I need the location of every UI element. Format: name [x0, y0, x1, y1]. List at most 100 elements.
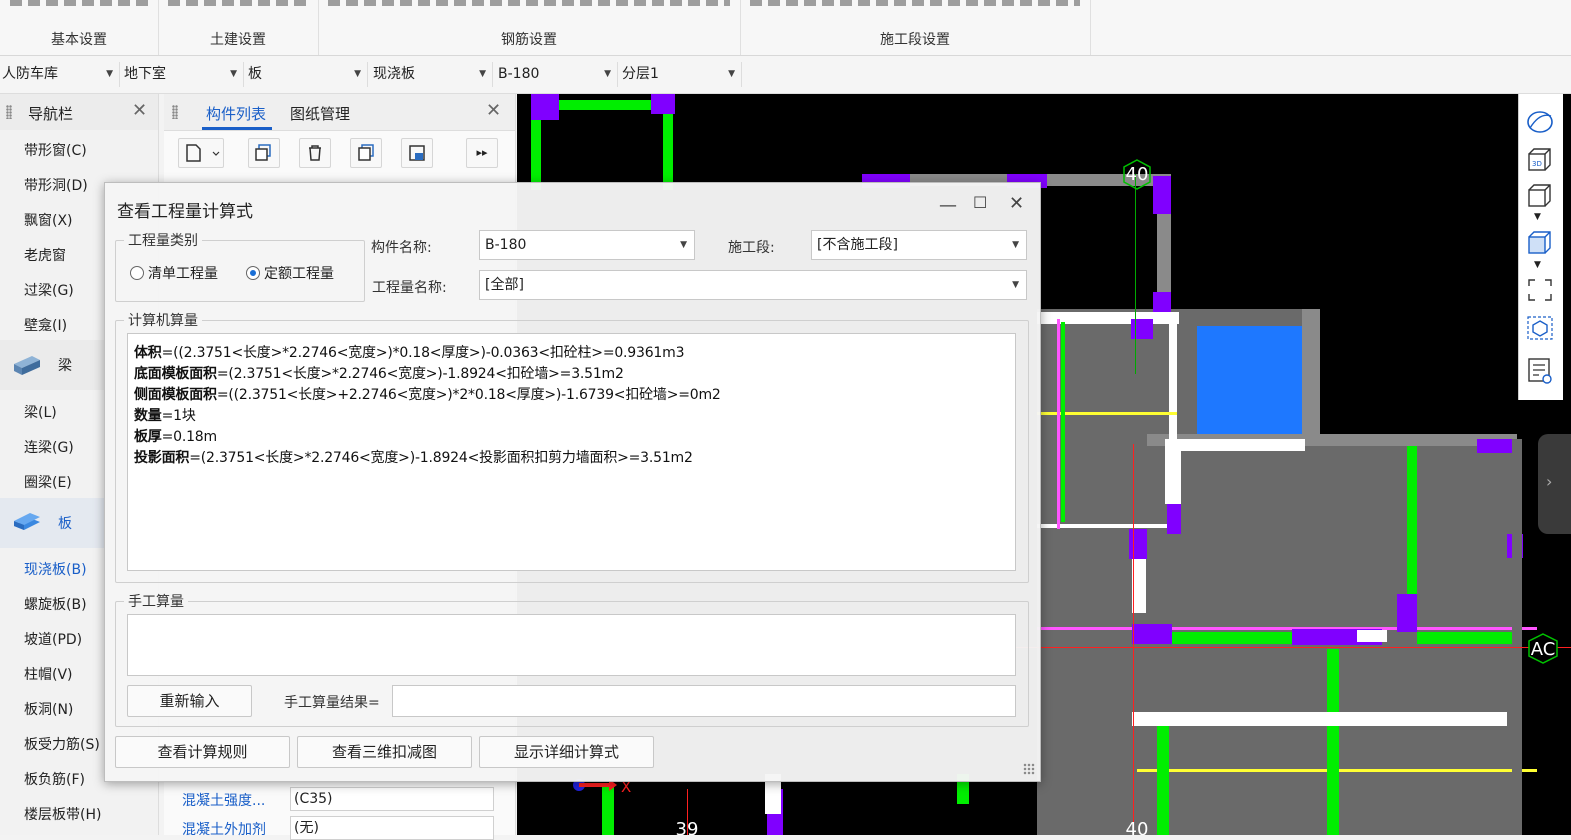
- solid-view-icon[interactable]: [1525, 228, 1555, 256]
- nav-item[interactable]: 老虎窗: [24, 245, 66, 265]
- prop-value-concrete-strength[interactable]: (C35): [290, 787, 494, 811]
- ribbon-buttons-clipped[interactable]: [10, 0, 148, 6]
- ribbon: 基本设置 土建设置 钢筋设置 施工段设置: [0, 0, 1571, 56]
- beam-icon: [14, 356, 40, 375]
- save-component-button[interactable]: [401, 138, 433, 168]
- ribbon-group-stage: 施工段设置: [740, 0, 1091, 55]
- properties-view-icon[interactable]: [1525, 356, 1555, 386]
- nav-item[interactable]: 过梁(G): [24, 280, 74, 300]
- drag-grip-icon[interactable]: [172, 105, 178, 119]
- component-name-select[interactable]: B-180 ▼: [479, 230, 695, 260]
- formula-expr: =((2.3751<长度>+2.2746<宽度>)*2*0.18<厚度>)-1.…: [216, 387, 721, 403]
- orbit-icon[interactable]: [1525, 108, 1555, 136]
- tab-component-list[interactable]: 构件列表: [206, 103, 266, 124]
- nav-item-selected[interactable]: 现浇板(B): [24, 559, 87, 579]
- navigation-panel-header: 导航栏 ✕: [0, 94, 158, 130]
- nav-item[interactable]: 板受力筋(S): [24, 734, 100, 754]
- formula-expr: =((2.3751<长度>*2.2746<宽度>)*0.18<厚度>)-0.03…: [161, 345, 685, 361]
- select-value: [全部]: [485, 277, 524, 293]
- manual-result-input[interactable]: [392, 685, 1016, 717]
- nav-item[interactable]: 连梁(G): [24, 437, 74, 457]
- prop-label-admixture: 混凝土外加剂: [182, 822, 266, 838]
- nav-item[interactable]: 楼层板带(H): [24, 804, 101, 824]
- copy-to-floor-button[interactable]: [350, 138, 382, 168]
- zoom-extents-icon[interactable]: [1525, 276, 1555, 304]
- tab-drawing-management[interactable]: 图纸管理: [290, 103, 350, 124]
- reenter-button[interactable]: 重新输入: [127, 685, 252, 717]
- close-icon[interactable]: ✕: [132, 100, 147, 121]
- close-icon[interactable]: ✕: [486, 100, 501, 121]
- nav-item[interactable]: 坡道(PD): [24, 629, 82, 649]
- ribbon-buttons-clipped[interactable]: [168, 0, 308, 6]
- slab-icon: [14, 513, 40, 530]
- nav-item[interactable]: 壁龛(I): [24, 315, 67, 335]
- view-3d-deduction-button[interactable]: 查看三维扣减图: [297, 736, 472, 768]
- selector-level[interactable]: 地下室 ▼: [122, 62, 244, 87]
- radio-bill-quantity[interactable]: 清单工程量: [130, 263, 218, 283]
- formula-name: 底面模板面积: [134, 366, 217, 382]
- manual-calculation-group: 手工算量 重新输入 手工算量结果=: [115, 591, 1029, 727]
- radio-label: 定额工程量: [264, 266, 334, 282]
- selector-layer[interactable]: 分层1 ▼: [620, 62, 742, 87]
- chevron-down-icon[interactable]: ▼: [1534, 212, 1541, 222]
- formula-textarea[interactable]: 体积=((2.3751<长度>*2.2746<宽度>)*0.18<厚度>)-0.…: [127, 333, 1016, 571]
- select-value: [不含施工段]: [817, 237, 898, 253]
- selector-value: 地下室: [124, 66, 166, 82]
- selector-type[interactable]: 现浇板 ▼: [371, 62, 493, 87]
- drag-grip-icon[interactable]: [6, 105, 12, 119]
- nav-item[interactable]: 梁(L): [24, 402, 57, 422]
- selector-category[interactable]: 板 ▼: [246, 62, 368, 87]
- select-box-icon[interactable]: [1525, 314, 1555, 342]
- nav-item[interactable]: 圈梁(E): [24, 472, 72, 492]
- selector-value: 分层1: [622, 66, 659, 82]
- formula-line-thickness: 板厚=0.18m: [134, 426, 217, 446]
- radio-checked-icon: [246, 266, 260, 280]
- nav-item[interactable]: 柱帽(V): [24, 664, 73, 684]
- nav-item[interactable]: 板洞(N): [24, 699, 73, 719]
- chevron-down-icon[interactable]: ▼: [1534, 260, 1541, 270]
- computer-calculation-group: 计算机算量 体积=((2.3751<长度>*2.2746<宽度>)*0.18<厚…: [115, 310, 1029, 583]
- quantity-name-select[interactable]: [全部] ▼: [479, 270, 1027, 300]
- show-detailed-formula-button[interactable]: 显示详细计算式: [479, 736, 654, 768]
- formula-name: 数量: [134, 408, 162, 424]
- more-tools-icon[interactable]: ▸▸: [466, 138, 498, 168]
- nav-item[interactable]: 板负筋(F): [24, 769, 85, 789]
- selector-component[interactable]: B-180 ▼: [496, 62, 618, 87]
- chevron-down-icon: ▼: [230, 69, 237, 79]
- side-collapse-handle[interactable]: ›: [1538, 434, 1571, 534]
- construction-stage-select[interactable]: [不含施工段] ▼: [811, 230, 1027, 260]
- selector-floor[interactable]: 人防车库 ▼: [0, 62, 120, 87]
- delete-component-button[interactable]: [299, 138, 331, 168]
- chevron-down-icon: ▼: [680, 240, 687, 250]
- axis-label-ac: AC: [1531, 639, 1556, 660]
- new-component-button[interactable]: [178, 138, 224, 168]
- component-panel-tabs: 构件列表 图纸管理 ✕: [164, 94, 515, 131]
- 3d-view-icon[interactable]: 3D: [1525, 146, 1555, 174]
- manual-calculation-legend: 手工算量: [124, 591, 188, 611]
- prop-value-admixture[interactable]: (无): [290, 816, 494, 840]
- manual-formula-textarea[interactable]: [127, 614, 1016, 676]
- chevron-down-icon: ▼: [1012, 240, 1019, 250]
- radio-label: 清单工程量: [148, 266, 218, 282]
- radio-unchecked-icon: [130, 266, 144, 280]
- close-icon[interactable]: ✕: [1009, 193, 1024, 214]
- minimize-icon[interactable]: —: [939, 195, 957, 216]
- nav-item[interactable]: 带形洞(D): [24, 175, 88, 195]
- ribbon-buttons-clipped[interactable]: [328, 0, 730, 6]
- ribbon-buttons-clipped[interactable]: [750, 0, 1080, 6]
- nav-item[interactable]: 带形窗(C): [24, 140, 87, 160]
- save-icon: [409, 145, 425, 161]
- radio-quota-quantity[interactable]: 定额工程量: [246, 263, 334, 283]
- copy-component-button[interactable]: [248, 138, 280, 168]
- ribbon-group-basic: 基本设置: [0, 0, 159, 55]
- maximize-icon[interactable]: ☐: [973, 193, 987, 212]
- selector-value: B-180: [498, 66, 540, 82]
- formula-expr: =1块: [161, 408, 196, 424]
- cube-view-icon[interactable]: [1525, 182, 1555, 208]
- resize-grip-icon[interactable]: [1023, 763, 1035, 775]
- nav-item[interactable]: 飘窗(X): [24, 210, 73, 230]
- ribbon-group-label: 土建设置: [210, 32, 266, 48]
- view-calculation-rules-button[interactable]: 查看计算规则: [115, 736, 290, 768]
- component-name-label: 构件名称:: [371, 240, 432, 256]
- nav-item[interactable]: 螺旋板(B): [24, 594, 87, 614]
